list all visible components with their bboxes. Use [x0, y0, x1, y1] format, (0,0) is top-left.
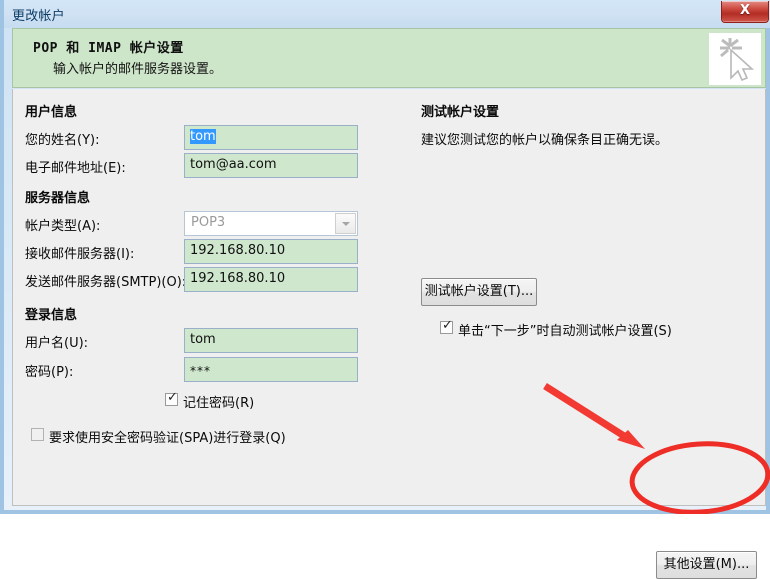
chevron-down-icon[interactable] — [335, 213, 356, 234]
account-type-select[interactable]: POP3 — [184, 211, 358, 236]
checkbox-box-require-spa[interactable] — [31, 428, 44, 441]
email-address-value: tom@aa.com — [190, 157, 277, 172]
group-title-user-info: 用户信息 — [25, 105, 78, 120]
incoming-mail-server-value: 192.168.80.10 — [190, 243, 286, 258]
outgoing-mail-server-input[interactable]: 192.168.80.10 — [184, 267, 358, 292]
banner-title: POP 和 IMAP 帐户设置 — [33, 41, 184, 56]
password-input[interactable]: *** — [184, 357, 358, 382]
label-incoming-mail-server: 接收邮件服务器(I): — [25, 247, 135, 262]
checkbox-box-remember-password[interactable]: ✓ — [165, 390, 178, 406]
label-password: 密码(P): — [25, 365, 74, 380]
banner-subtitle: 输入帐户的邮件服务器设置。 — [53, 62, 223, 77]
label-outgoing-mail-server: 发送邮件服务器(SMTP)(O): — [25, 275, 187, 290]
label-username: 用户名(U): — [25, 336, 89, 351]
close-icon: X — [739, 3, 751, 18]
label-account-type: 帐户类型(A): — [25, 219, 101, 234]
test-account-settings-button[interactable]: 测试帐户设置(T)... — [421, 278, 537, 306]
require-spa-label: 要求使用安全密码验证(SPA)进行登录(Q) — [49, 431, 286, 446]
remember-password-label: 记住密码(R) — [183, 396, 255, 411]
cursor-sparkle-icon — [709, 33, 761, 85]
label-email-address: 电子邮件地址(E): — [25, 161, 126, 176]
email-address-input[interactable]: tom@aa.com — [184, 153, 358, 178]
test-account-description: 建议您测试您的帐户以确保条目正确无误。 — [421, 133, 669, 148]
checkmark-icon: ✓ — [167, 390, 178, 405]
outgoing-mail-server-value: 192.168.80.10 — [190, 271, 286, 286]
password-value: *** — [190, 364, 211, 378]
settings-panel: 用户信息 您的姓名(Y): tom 电子邮件地址(E): tom@aa.com … — [12, 89, 766, 579]
window-titlebar: 更改帐户 X — [4, 0, 770, 28]
more-settings-button[interactable]: 其他设置(M)... — [656, 551, 757, 579]
checkbox-box-auto-test[interactable]: ✓ — [440, 318, 453, 334]
wizard-banner: POP 和 IMAP 帐户设置 输入帐户的邮件服务器设置。 — [12, 28, 766, 88]
username-value: tom — [190, 332, 216, 347]
label-your-name: 您的姓名(Y): — [25, 133, 100, 148]
change-account-window: 更改帐户 X POP 和 IMAP 帐户设置 输入帐户的邮件服务器设置。 用户信… — [0, 0, 770, 579]
window-title: 更改帐户 — [12, 9, 65, 24]
close-button[interactable]: X — [721, 1, 769, 23]
username-input[interactable]: tom — [184, 328, 358, 353]
group-title-server-info: 服务器信息 — [25, 191, 91, 206]
auto-test-label: 单击“下一步”时自动测试帐户设置(S) — [458, 324, 672, 339]
account-type-value: POP3 — [191, 215, 226, 230]
incoming-mail-server-input[interactable]: 192.168.80.10 — [184, 239, 358, 264]
group-title-logon-info: 登录信息 — [25, 308, 78, 323]
your-name-input[interactable]: tom — [184, 125, 358, 150]
group-title-test-account-settings: 测试帐户设置 — [421, 105, 500, 120]
checkmark-icon: ✓ — [442, 318, 453, 333]
your-name-value: tom — [190, 129, 216, 144]
